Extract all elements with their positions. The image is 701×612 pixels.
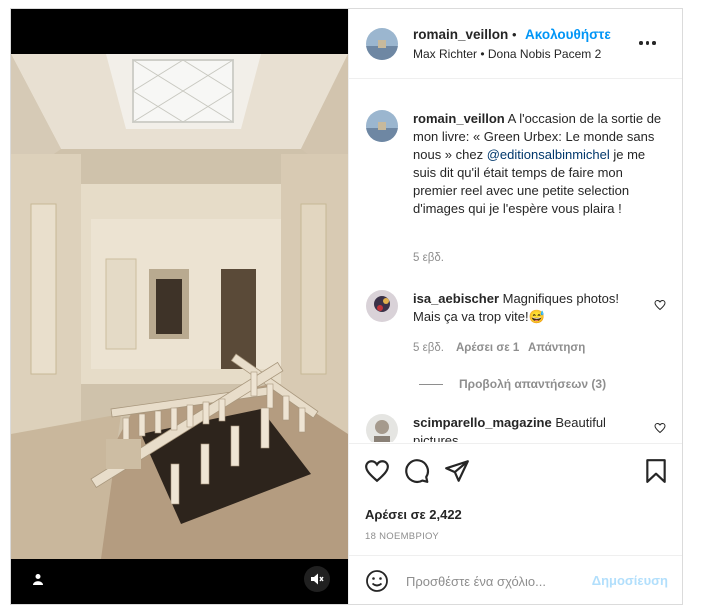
share-icon[interactable] — [444, 458, 470, 484]
avatar[interactable] — [366, 290, 398, 322]
comment-username[interactable]: isa_aebischer — [413, 291, 499, 306]
post-dialog: romain_veillon • Ακολουθήστε Max Richter… — [10, 8, 683, 605]
comment-icon[interactable] — [404, 458, 430, 484]
like-comment-heart-icon[interactable] — [654, 422, 666, 434]
post-actions: Αρέσει σε 2,422 18 ΝΟΕΜΒΡΙΟΥ — [349, 443, 682, 555]
caption: romain_veillon A l'occasion de la sortie… — [413, 110, 668, 218]
view-replies-button[interactable]: Προβολή απαντήσεων (3) — [419, 377, 606, 391]
avatar[interactable] — [366, 414, 398, 442]
comment: isa_aebischer Magnifiques photos! Mais ç… — [413, 290, 643, 326]
mute-button[interactable] — [304, 566, 330, 592]
add-comment-bar: Δημοσίευση — [349, 555, 682, 604]
comment-username[interactable]: scimparello_magazine — [413, 415, 552, 430]
audio-track-link[interactable]: Max Richter • Dona Nobis Pacem 2 — [413, 47, 601, 61]
header-username[interactable]: romain_veillon — [413, 27, 508, 42]
post-media[interactable] — [11, 9, 348, 604]
avatar[interactable] — [366, 28, 398, 60]
caption-username[interactable]: romain_veillon — [413, 111, 505, 126]
tagged-users-button[interactable] — [25, 566, 51, 592]
post-photo — [11, 54, 348, 559]
header-separator: • — [512, 27, 517, 42]
more-options-icon[interactable] — [639, 33, 663, 53]
caption-mention[interactable]: @editionsalbinmichel — [487, 147, 610, 162]
post-date: 18 ΝΟΕΜΒΡΙΟΥ — [365, 531, 440, 542]
comment-likes[interactable]: Αρέσει σε 1 — [456, 342, 519, 354]
like-count[interactable]: Αρέσει σε 2,422 — [365, 507, 462, 522]
like-comment-heart-icon[interactable] — [654, 299, 666, 311]
comment: scimparello_magazine Beautiful pictures — [413, 414, 643, 442]
post-comment-button[interactable]: Δημοσίευση — [592, 573, 668, 588]
caption-age: 5 εβδ. — [413, 252, 444, 264]
bookmark-icon[interactable] — [643, 458, 669, 484]
post-header: romain_veillon • Ακολουθήστε Max Richter… — [349, 9, 682, 79]
staircase-photo — [11, 54, 348, 559]
reply-button[interactable]: Απάντηση — [528, 342, 585, 354]
post-details-panel: romain_veillon • Ακολουθήστε Max Richter… — [348, 9, 682, 604]
avatar[interactable] — [366, 110, 398, 142]
speaker-muted-icon — [311, 573, 324, 585]
comments-list[interactable]: romain_veillon A l'occasion de la sortie… — [349, 80, 682, 442]
heart-icon[interactable] — [364, 458, 390, 484]
comment-age: 5 εβδ. — [413, 342, 444, 354]
follow-button[interactable]: Ακολουθήστε — [525, 27, 611, 42]
user-tag-icon — [33, 574, 43, 585]
comment-input[interactable] — [406, 570, 586, 592]
emoji-icon[interactable] — [365, 569, 389, 593]
